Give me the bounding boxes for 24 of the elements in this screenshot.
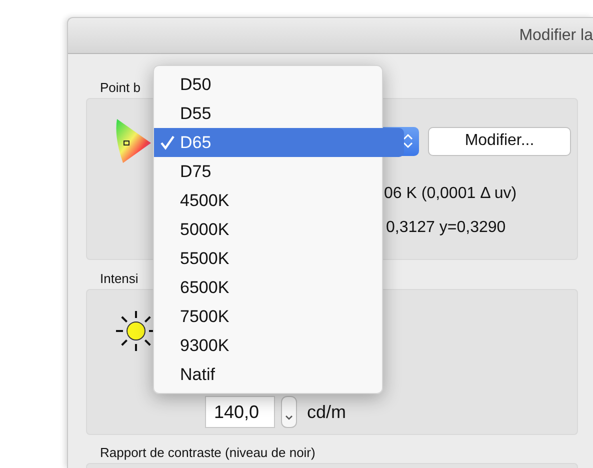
- menu-item[interactable]: 4500K: [154, 186, 382, 215]
- checkmark-icon: [160, 135, 175, 150]
- section-label: Intensi: [100, 271, 138, 287]
- menu-item[interactable]: 6500K: [154, 273, 382, 302]
- section-label: Point b: [100, 80, 140, 96]
- menu-item[interactable]: 5500K: [154, 244, 382, 273]
- luminance-field[interactable]: 140,0: [205, 396, 275, 428]
- menu-item[interactable]: 5000K: [154, 215, 382, 244]
- unit-label: cd/m: [307, 402, 346, 422]
- cie-xy-text: 0,3127 y=0,3290: [386, 219, 506, 237]
- chevron-down-icon: [285, 415, 293, 421]
- menu-item[interactable]: 7500K: [154, 302, 382, 331]
- menu-item[interactable]: 9300K: [154, 331, 382, 360]
- menu-item[interactable]: D65: [154, 128, 404, 157]
- window-title: Modifier la: [519, 26, 593, 44]
- stepper[interactable]: [281, 396, 297, 428]
- color-temperature-text: 06 K (0,0001 Δ uv): [384, 185, 517, 203]
- menu-item[interactable]: D75: [154, 157, 382, 186]
- menu-item[interactable]: D50: [154, 70, 382, 99]
- menu-item[interactable]: Natif: [154, 360, 382, 389]
- modify-button[interactable]: Modifier...: [428, 126, 571, 156]
- menu-item[interactable]: D55: [154, 99, 382, 128]
- stepper-arrows-icon: [403, 133, 413, 149]
- section-label: Rapport de contraste (niveau de noir): [100, 445, 316, 461]
